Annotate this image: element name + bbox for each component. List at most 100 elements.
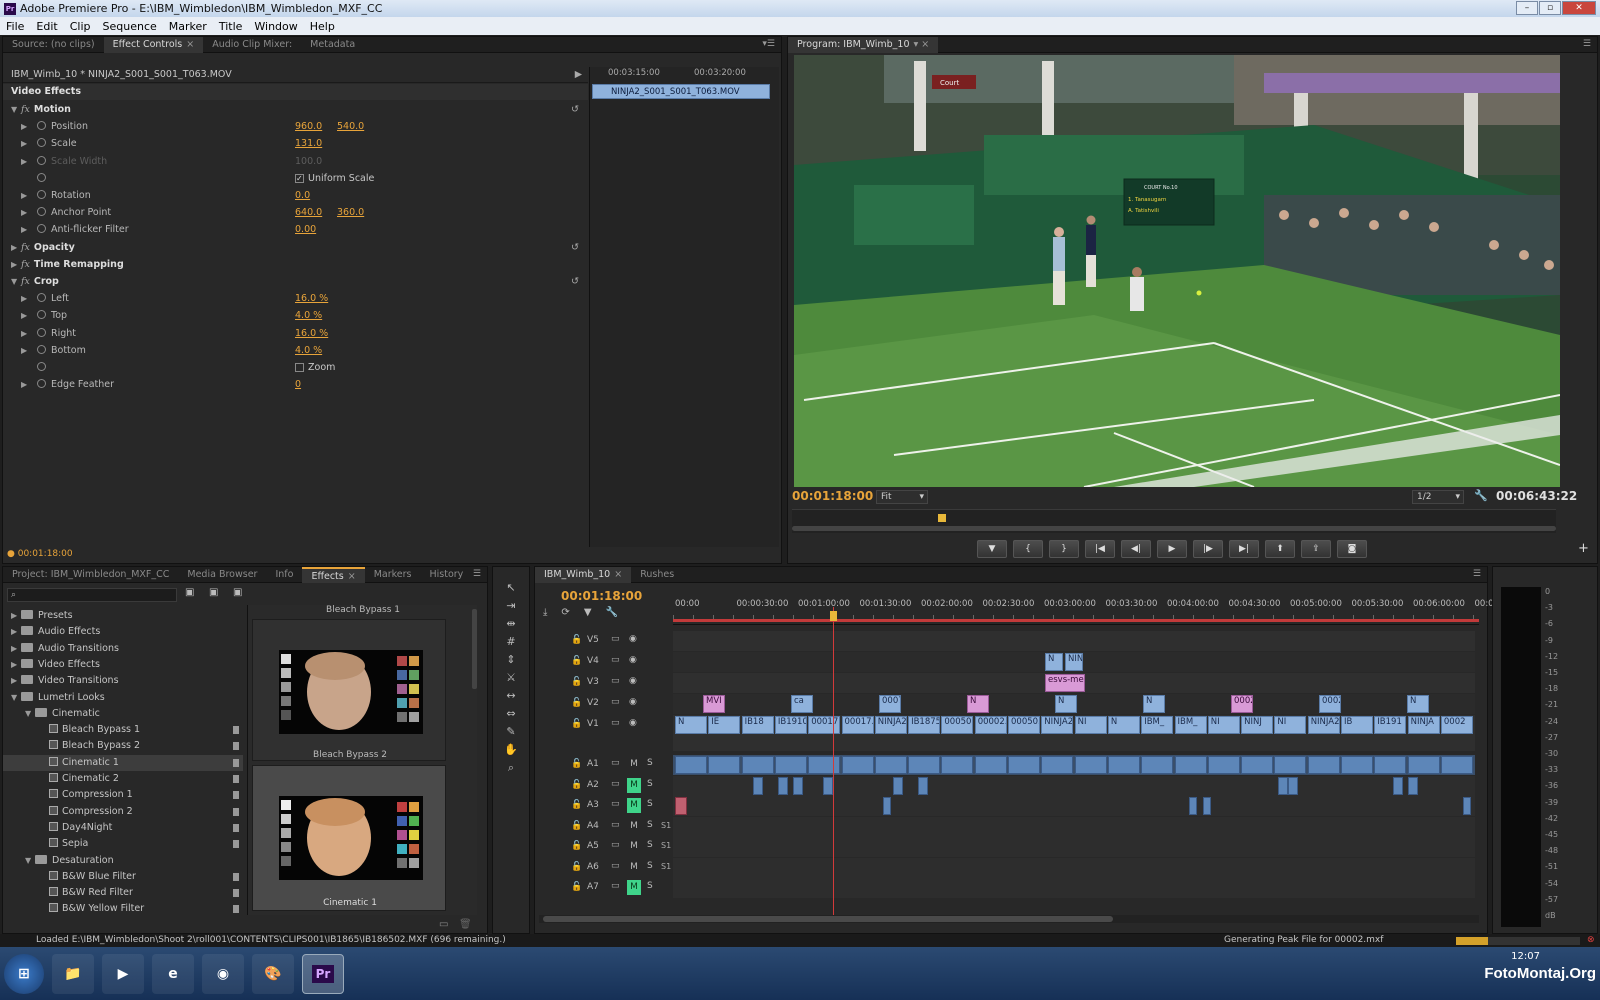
- audio-clip[interactable]: [1463, 797, 1471, 815]
- tree-item-b-w-red-filter[interactable]: B&W Red Filter: [3, 885, 243, 901]
- playhead-handle[interactable]: [830, 611, 837, 621]
- timeline-clip[interactable]: N: [1143, 695, 1165, 713]
- property-value[interactable]: 100.0: [295, 153, 322, 170]
- track-lock-icon[interactable]: 🔓: [571, 698, 582, 708]
- stopwatch-icon[interactable]: [37, 224, 46, 234]
- tree-item-cinematic-2[interactable]: Cinematic 2: [3, 771, 243, 787]
- property-value[interactable]: 4.0 %: [295, 342, 322, 359]
- expand-triangle-icon[interactable]: ▶: [11, 673, 21, 689]
- effect-row[interactable]: ▶ Right 16.0 %: [3, 325, 588, 342]
- expand-triangle-icon[interactable]: ▶: [21, 221, 31, 238]
- sync-lock-icon[interactable]: ▭: [611, 676, 620, 686]
- effect-row[interactable]: ▶ Edge Feather 0: [3, 376, 588, 393]
- tree-item-desaturation[interactable]: ▼ Desaturation: [3, 853, 243, 869]
- program-scrubber[interactable]: [792, 509, 1556, 533]
- timeline-clip[interactable]: N: [1045, 653, 1063, 671]
- audio-clip[interactable]: [774, 756, 807, 774]
- effect-row[interactable]: ▶ Rotation 0.0: [3, 187, 588, 204]
- tab-rushes[interactable]: Rushes: [631, 567, 683, 583]
- sync-lock-icon[interactable]: ▭: [611, 655, 620, 665]
- timeline-clip[interactable]: IB1875: [908, 716, 941, 734]
- solo-button[interactable]: S: [647, 820, 653, 830]
- property-value[interactable]: 960.0: [295, 118, 322, 135]
- stopwatch-icon[interactable]: [37, 207, 46, 217]
- track-name[interactable]: A2: [587, 780, 599, 790]
- stopwatch-icon[interactable]: [37, 190, 46, 199]
- expand-triangle-icon[interactable]: ▶: [21, 118, 31, 135]
- step-forward-icon[interactable]: |▶: [1193, 540, 1223, 558]
- expand-triangle-icon[interactable]: ▶: [21, 204, 31, 221]
- eye-icon[interactable]: ◉: [629, 676, 637, 686]
- solo-button[interactable]: S: [647, 881, 653, 891]
- expand-triangle-icon[interactable]: ▶: [11, 239, 21, 256]
- audio-clip[interactable]: [1393, 776, 1403, 795]
- effect-row[interactable]: ▶ fx Time Remapping: [3, 256, 588, 273]
- tree-item-b-w-yellow-filter[interactable]: B&W Yellow Filter: [3, 901, 243, 917]
- solo-button[interactable]: S: [647, 758, 653, 768]
- mute-button[interactable]: M: [627, 860, 641, 875]
- chrome-icon[interactable]: ◉: [202, 953, 244, 994]
- expand-triangle-icon[interactable]: ▶: [21, 135, 31, 152]
- timeline-clip[interactable]: IBM_: [1174, 716, 1207, 734]
- mute-button[interactable]: M: [627, 757, 641, 772]
- property-value[interactable]: 360.0: [337, 204, 364, 221]
- rate-stretch-tool-icon[interactable]: ⇕: [501, 653, 521, 669]
- export-frame-icon[interactable]: ◙: [1337, 540, 1367, 558]
- 32bit-effects-icon[interactable]: ▣: [209, 587, 218, 598]
- ripple-edit-tool-icon[interactable]: ⇹: [501, 617, 521, 633]
- menu-clip[interactable]: Clip: [64, 20, 97, 33]
- timeline-clip[interactable]: NI: [1074, 716, 1107, 734]
- work-area-bar[interactable]: [673, 619, 1479, 622]
- mark-out-icon[interactable]: }: [1049, 540, 1079, 558]
- expand-triangle-icon[interactable]: ▶: [11, 256, 21, 273]
- tree-item-audio-effects[interactable]: ▶ Audio Effects: [3, 624, 243, 640]
- ec-current-time[interactable]: ● 00:01:18:00: [7, 549, 73, 559]
- tab-project[interactable]: Project: IBM_Wimbledon_MXF_CC: [3, 567, 178, 583]
- sync-lock-icon[interactable]: ▭: [611, 799, 620, 809]
- audio-clip[interactable]: [1203, 797, 1211, 815]
- panel-menu-icon[interactable]: ▾☰: [762, 39, 775, 49]
- audio-clip[interactable]: [708, 756, 741, 774]
- stopwatch-icon[interactable]: [37, 327, 46, 337]
- track-lock-icon[interactable]: 🔓: [571, 780, 582, 790]
- step-back-icon[interactable]: ◀|: [1121, 540, 1151, 558]
- tab-history[interactable]: History: [421, 567, 473, 583]
- reset-icon[interactable]: ↺: [571, 273, 579, 290]
- timeline-clip[interactable]: 0002: [1440, 716, 1473, 734]
- timeline-clip[interactable]: 0002: [1231, 695, 1253, 713]
- track-lock-icon[interactable]: 🔓: [571, 759, 582, 769]
- audio-clip[interactable]: [974, 756, 1007, 774]
- tree-item-audio-transitions[interactable]: ▶ Audio Transitions: [3, 641, 243, 657]
- play-icon[interactable]: ▶: [1157, 540, 1187, 558]
- checkbox[interactable]: [295, 363, 304, 372]
- effect-row[interactable]: ▶ Anchor Point 640.0 360.0: [3, 204, 588, 221]
- go-to-in-icon[interactable]: |◀: [1085, 540, 1115, 558]
- tree-item-compression-1[interactable]: Compression 1: [3, 787, 243, 803]
- menu-help[interactable]: Help: [304, 20, 341, 33]
- sync-lock-icon[interactable]: ▭: [611, 697, 620, 707]
- timeline-clip[interactable]: NINJ: [1241, 716, 1274, 734]
- track-name[interactable]: V4: [587, 656, 599, 666]
- effect-row[interactable]: ▶ Scale Width 100.0: [3, 153, 588, 170]
- expand-triangle-icon[interactable]: ▶: [21, 290, 31, 307]
- slip-tool-icon[interactable]: ↔: [501, 689, 521, 705]
- sync-lock-icon[interactable]: ▭: [611, 820, 620, 830]
- panel-menu-icon[interactable]: ☰: [473, 569, 481, 579]
- menu-edit[interactable]: Edit: [30, 20, 63, 33]
- timeline-clip[interactable]: 00017: [808, 716, 841, 734]
- menu-title[interactable]: Title: [213, 20, 249, 33]
- sync-lock-icon[interactable]: ▭: [611, 634, 620, 644]
- selection-tool-icon[interactable]: ↖: [501, 581, 521, 597]
- audio-clip[interactable]: [908, 756, 941, 774]
- tree-item-bleach-bypass-2[interactable]: Bleach Bypass 2: [3, 738, 243, 754]
- effect-row[interactable]: ▶ Position 960.0 540.0: [3, 118, 588, 135]
- checkbox[interactable]: ✓: [295, 173, 304, 183]
- pen-tool-icon[interactable]: ✎: [501, 725, 521, 741]
- tab-effect-controls[interactable]: Effect Controls ×: [103, 36, 204, 53]
- track-lock-icon[interactable]: 🔓: [571, 841, 582, 851]
- audio-clip[interactable]: [1440, 756, 1473, 774]
- solo-button[interactable]: S: [647, 779, 653, 789]
- lift-icon[interactable]: ⬆: [1265, 540, 1295, 558]
- stopwatch-icon[interactable]: [37, 293, 46, 303]
- audio-clip[interactable]: [941, 756, 974, 774]
